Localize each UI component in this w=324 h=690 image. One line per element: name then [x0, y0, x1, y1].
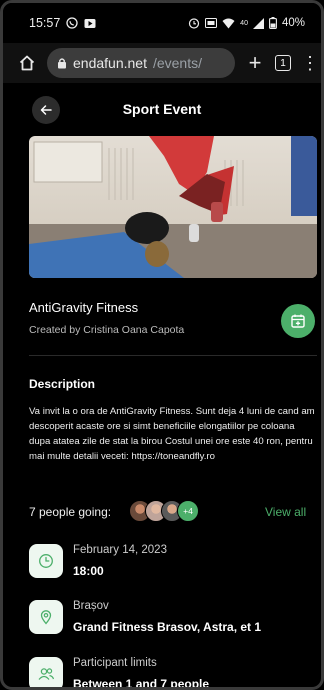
home-button[interactable]: [17, 53, 37, 73]
status-bar: 15:57 40 40%: [3, 3, 321, 43]
new-tab-button[interactable]: +: [245, 52, 265, 74]
clock-icon-badge: [29, 544, 63, 578]
notification-icon: [84, 18, 96, 28]
signal-icon: [252, 17, 264, 29]
alarm-icon: [189, 18, 200, 29]
clock-icon: [39, 554, 53, 568]
users-icon-badge: [29, 657, 63, 687]
users-icon: [38, 668, 55, 680]
participant-limits-label: Participant limits: [73, 657, 157, 669]
participant-limits-row: Participant limits Between 1 and 7 peopl…: [29, 657, 319, 690]
view-all-link[interactable]: View all: [265, 505, 306, 519]
page-title: Sport Event: [122, 101, 202, 117]
description-text: Va invit la o ora de AntiGravity Fitness…: [29, 406, 315, 462]
volte-icon: [205, 18, 218, 28]
event-photo: [29, 136, 317, 278]
browser-menu-button[interactable]: ⋮: [301, 54, 319, 72]
browser-toolbar: endafun.net/events/ + 1 ⋮: [3, 43, 321, 83]
status-time: 15:57: [29, 16, 61, 30]
event-date-row: February 14, 2023 18:00: [29, 544, 319, 584]
url-path: /events/: [152, 55, 202, 71]
url-domain: endafun.net: [73, 55, 147, 71]
phone-frame: 15:57 40 40% endafun.net/events/ + 1 ⋮ S…: [0, 0, 324, 690]
event-city: Brașov: [73, 600, 109, 612]
whatsapp-icon: [66, 17, 78, 29]
wifi-icon: [222, 18, 235, 28]
event-time: 18:00: [73, 564, 104, 578]
more-attendees-badge: +4: [177, 500, 199, 522]
event-date: February 14, 2023: [73, 544, 167, 556]
participant-limits-value: Between 1 and 7 people: [73, 677, 210, 690]
add-to-calendar-button[interactable]: [281, 304, 315, 338]
signal-label: 40: [240, 19, 248, 27]
back-button[interactable]: [32, 96, 60, 124]
arrow-left-icon: [40, 105, 52, 115]
tab-switcher-button[interactable]: 1: [275, 55, 291, 71]
home-icon: [19, 55, 35, 71]
people-going-label: 7 people going:: [29, 505, 112, 519]
event-location-row: Brașov Grand Fitness Brasov, Astra, et 1: [29, 600, 319, 640]
battery-icon: [269, 17, 277, 29]
description-heading: Description: [29, 377, 96, 391]
battery-level: 40%: [281, 17, 305, 29]
location-icon-badge: [29, 600, 63, 634]
divider: [29, 355, 317, 356]
event-venue: Grand Fitness Brasov, Astra, et 1: [73, 620, 262, 634]
address-bar[interactable]: endafun.net/events/: [47, 48, 235, 78]
event-title: AntiGravity Fitness: [29, 300, 139, 315]
lock-icon: [58, 58, 66, 69]
event-creator: Created by Cristina Oana Capota: [29, 324, 185, 336]
attendee-avatars[interactable]: +4: [129, 500, 199, 522]
map-pin-icon: [40, 610, 52, 625]
calendar-add-icon: [291, 314, 305, 328]
app-header: Sport Event: [3, 83, 321, 135]
